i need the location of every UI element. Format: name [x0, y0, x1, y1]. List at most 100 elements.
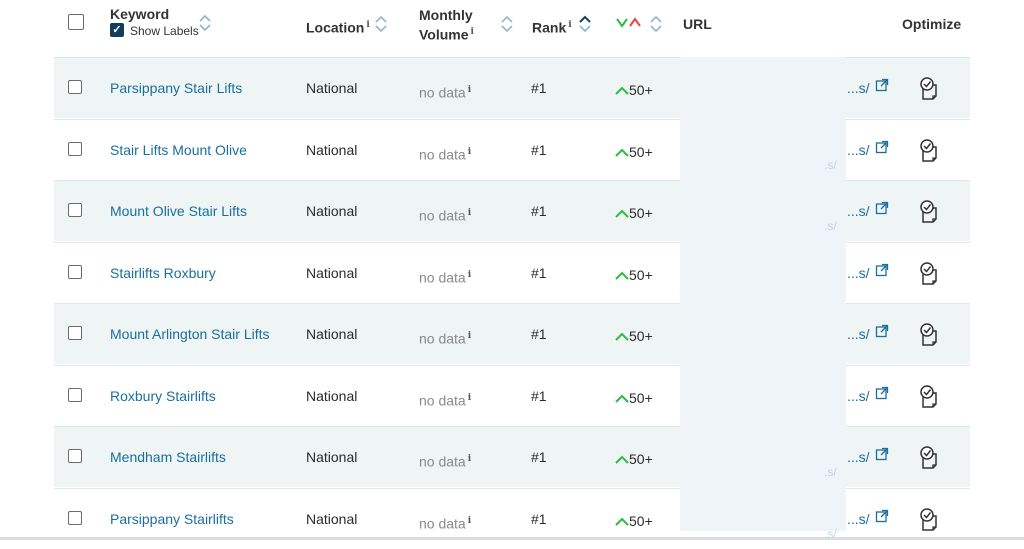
- url-link[interactable]: ...s/: [847, 142, 870, 159]
- external-link-icon[interactable]: [875, 263, 889, 277]
- url-link[interactable]: ...s/: [847, 265, 870, 282]
- url-link[interactable]: ...s/: [847, 326, 870, 343]
- optimize-icon[interactable]: [916, 322, 942, 348]
- keyword-link[interactable]: Mount Arlington Stair Lifts: [110, 326, 270, 343]
- row-checkbox[interactable]: [68, 449, 82, 463]
- keyword-link[interactable]: Stair Lifts Mount Olive: [110, 142, 247, 159]
- rank-change-icon: [616, 17, 641, 28]
- keyword-link[interactable]: Roxbury Stairlifts: [110, 388, 216, 405]
- volume-info-icon[interactable]: i: [468, 85, 471, 95]
- location-cell: National: [306, 141, 358, 158]
- volume-cell: no data i: [419, 390, 471, 410]
- row-checkbox[interactable]: [68, 80, 82, 94]
- select-all-checkbox[interactable]: [68, 14, 84, 30]
- faint-url-fragment: .s/: [824, 219, 837, 233]
- up-arrow-icon: [615, 148, 629, 157]
- external-link-icon[interactable]: [875, 509, 889, 523]
- row-checkbox[interactable]: [68, 387, 82, 402]
- row-checkbox[interactable]: [68, 326, 82, 340]
- change-cell: 50+: [615, 390, 653, 407]
- monthly-volume-header[interactable]: Monthly Volume i: [419, 7, 474, 44]
- show-labels-checkbox[interactable]: ✓: [110, 23, 124, 37]
- volume-cell: no data i: [419, 451, 471, 471]
- volume-info-icon[interactable]: i: [468, 147, 471, 157]
- row-checkbox[interactable]: [68, 264, 82, 279]
- volume-info-icon[interactable]: i: [468, 393, 471, 403]
- keyword-link[interactable]: Parsippany Stair Lifts: [110, 80, 242, 97]
- volume-info-icon[interactable]: i: [468, 331, 471, 341]
- location-cell: National: [306, 510, 358, 527]
- volume-value: no data: [419, 146, 466, 163]
- optimize-icon[interactable]: [916, 384, 942, 410]
- keyword-link[interactable]: Mount Olive Stair Lifts: [110, 203, 247, 220]
- faint-url-fragment: .s/: [824, 465, 837, 479]
- location-sort-icon[interactable]: [375, 14, 387, 34]
- keyword-link[interactable]: Mendham Stairlifts: [110, 449, 226, 466]
- optimize-icon[interactable]: [916, 507, 942, 533]
- faint-url-fragment: .s/: [824, 157, 837, 172]
- change-cell: 50+: [615, 267, 653, 284]
- rank-sort-icon[interactable]: [579, 14, 591, 34]
- keyword-header[interactable]: Keyword: [110, 6, 169, 23]
- change-cell: 50+: [615, 205, 653, 222]
- external-link-icon[interactable]: [875, 447, 889, 461]
- location-cell: National: [306, 387, 358, 404]
- keyword-link[interactable]: Stairlifts Roxbury: [110, 265, 216, 282]
- change-sort-icon[interactable]: [650, 14, 662, 34]
- volume-sort-icon[interactable]: [501, 14, 513, 34]
- volume-value: no data: [419, 392, 466, 409]
- optimize-icon[interactable]: [916, 76, 942, 102]
- row-checkbox[interactable]: [68, 510, 82, 525]
- row-checkbox[interactable]: [68, 203, 82, 217]
- keyword-link[interactable]: Parsippany Stairlifts: [110, 511, 234, 528]
- external-link-icon[interactable]: [875, 201, 889, 215]
- volume-cell: no data i: [419, 267, 471, 287]
- optimize-header: Optimize: [902, 16, 962, 32]
- volume-info-icon[interactable]: i: [468, 454, 471, 464]
- external-link-icon[interactable]: [875, 386, 889, 400]
- location-header[interactable]: Location i: [306, 17, 370, 37]
- volume-info-icon[interactable]: i: [471, 27, 474, 37]
- url-link[interactable]: ...s/: [847, 203, 870, 220]
- optimize-icon[interactable]: [916, 138, 942, 164]
- location-info-icon[interactable]: i: [366, 20, 369, 30]
- rank-cell: #1: [531, 141, 547, 158]
- volume-info-icon[interactable]: i: [468, 208, 471, 218]
- change-cell: 50+: [615, 144, 653, 161]
- url-link[interactable]: ...s/: [847, 388, 870, 405]
- url-link[interactable]: ...s/: [847, 511, 870, 528]
- rank-cell: #1: [531, 264, 547, 281]
- rank-info-icon[interactable]: i: [568, 20, 571, 30]
- external-link-icon[interactable]: [875, 78, 889, 92]
- rank-cell: #1: [531, 449, 547, 465]
- change-value: 50+: [629, 266, 653, 283]
- optimize-icon[interactable]: [916, 261, 942, 287]
- external-link-icon[interactable]: [875, 324, 889, 338]
- external-link-icon[interactable]: [875, 140, 889, 154]
- volume-cell: no data i: [419, 205, 471, 225]
- change-value: 50+: [629, 451, 653, 467]
- change-value: 50+: [629, 512, 653, 529]
- rank-cell: #1: [531, 326, 547, 342]
- volume-cell: no data i: [419, 144, 471, 164]
- rank-header[interactable]: Rank i: [532, 17, 572, 37]
- url-link[interactable]: ...s/: [847, 449, 870, 466]
- change-cell: 50+: [615, 328, 653, 345]
- optimize-icon[interactable]: [916, 445, 942, 471]
- rank-cell: #1: [531, 510, 547, 527]
- volume-info-icon[interactable]: i: [468, 270, 471, 280]
- rank-cell: #1: [531, 80, 547, 96]
- location-cell: National: [306, 80, 358, 96]
- change-cell: 50+: [615, 513, 653, 530]
- change-cell: 50+: [615, 451, 653, 468]
- up-arrow-icon: [615, 332, 629, 342]
- location-header-label: Location: [306, 19, 365, 36]
- change-value: 50+: [629, 143, 653, 160]
- optimize-icon[interactable]: [916, 199, 942, 225]
- volume-info-icon[interactable]: i: [468, 516, 471, 526]
- url-link[interactable]: ...s/: [847, 80, 870, 97]
- volume-value: no data: [419, 515, 466, 532]
- keyword-sort-icon[interactable]: [199, 13, 211, 33]
- up-arrow-icon: [615, 209, 629, 219]
- row-checkbox[interactable]: [68, 141, 82, 156]
